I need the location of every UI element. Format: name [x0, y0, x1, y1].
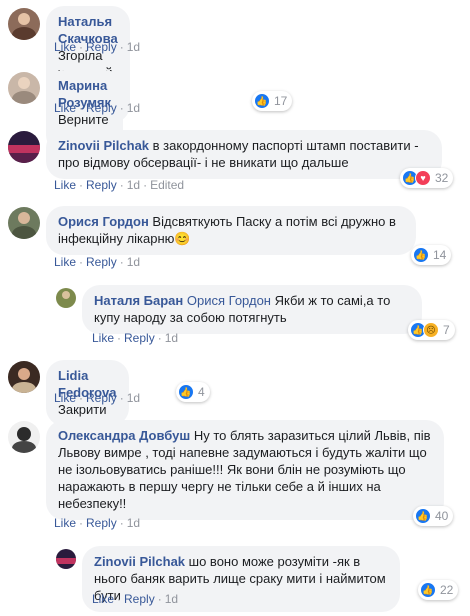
- like-link[interactable]: Like: [54, 178, 76, 192]
- mention-link[interactable]: Орися Гордон: [187, 293, 271, 308]
- comment-actions: Like · Reply · 1d · Edited: [54, 178, 185, 192]
- comment-bubble: Орися Гордон Відсвяткують Паску а потім …: [46, 206, 416, 255]
- reaction-count: 7: [443, 323, 450, 337]
- reactions-badge[interactable]: 👍 22: [418, 580, 459, 600]
- like-link[interactable]: Like: [54, 391, 76, 405]
- avatar[interactable]: [8, 207, 40, 239]
- avatar[interactable]: [8, 421, 40, 453]
- reply-link[interactable]: Reply: [124, 592, 155, 606]
- reply-link[interactable]: Reply: [86, 391, 117, 405]
- comment-actions: Like · Reply · 1d: [54, 40, 141, 54]
- comment-actions: Like · Reply · 1d: [54, 516, 141, 530]
- sad-icon: ☹: [423, 322, 439, 338]
- timestamp[interactable]: 1d: [127, 101, 140, 115]
- timestamp[interactable]: 1d: [165, 331, 178, 345]
- comment-author[interactable]: Олександра Довбуш: [58, 428, 190, 443]
- avatar[interactable]: [8, 361, 40, 393]
- reaction-count: 32: [435, 171, 449, 185]
- timestamp[interactable]: 1d: [127, 391, 140, 405]
- timestamp[interactable]: 1d: [127, 516, 140, 530]
- like-link[interactable]: Like: [92, 331, 114, 345]
- like-link[interactable]: Like: [54, 40, 76, 54]
- comment-bubble: Олександра Довбуш Ну то блять заразиться…: [46, 420, 444, 520]
- like-link[interactable]: Like: [54, 516, 76, 530]
- like-icon: 👍: [420, 582, 436, 598]
- like-icon: 👍: [178, 384, 194, 400]
- avatar[interactable]: [56, 288, 76, 308]
- avatar[interactable]: [8, 131, 40, 163]
- avatar[interactable]: [8, 8, 40, 40]
- reaction-count: 40: [435, 509, 449, 523]
- like-icon: 👍: [415, 508, 431, 524]
- reaction-count: 4: [198, 385, 205, 399]
- reaction-count: 22: [440, 583, 454, 597]
- comment-author[interactable]: Наталя Баран: [94, 293, 183, 308]
- like-link[interactable]: Like: [54, 255, 76, 269]
- comment-author[interactable]: Zinovii Pilchak: [94, 554, 185, 569]
- comment-actions: Like · Reply · 1d: [54, 101, 141, 115]
- reactions-badge[interactable]: 👍 14: [411, 245, 452, 265]
- reactions-badge[interactable]: 👍 ☹ 7: [408, 320, 455, 340]
- timestamp[interactable]: 1d: [165, 592, 178, 606]
- timestamp[interactable]: 1d: [127, 255, 140, 269]
- comment-author[interactable]: Орися Гордон: [58, 214, 149, 229]
- reactions-badge[interactable]: 👍 40: [413, 506, 454, 526]
- reaction-count: 14: [433, 248, 447, 262]
- like-link[interactable]: Like: [92, 592, 114, 606]
- avatar[interactable]: [8, 72, 40, 104]
- reactions-badge[interactable]: 👍 ♥ 32: [400, 168, 454, 188]
- comment-bubble: Наталя Баран Орися Гордон Якби ж то самі…: [82, 285, 422, 334]
- reactions-badge[interactable]: 👍 17: [252, 91, 293, 111]
- comment-author[interactable]: Zinovii Pilchak: [58, 138, 149, 153]
- comment-actions: Like · Reply · 1d: [92, 592, 179, 606]
- reaction-count: 17: [274, 94, 288, 108]
- reactions-badge[interactable]: 👍 4: [176, 382, 210, 402]
- reply-link[interactable]: Reply: [86, 178, 117, 192]
- reply-link[interactable]: Reply: [86, 40, 117, 54]
- comment-actions: Like · Reply · 1d: [54, 391, 141, 405]
- like-icon: 👍: [254, 93, 270, 109]
- reply-link[interactable]: Reply: [86, 255, 117, 269]
- comment-actions: Like · Reply · 1d: [54, 255, 141, 269]
- avatar[interactable]: [56, 549, 76, 569]
- timestamp[interactable]: 1d: [127, 40, 140, 54]
- like-link[interactable]: Like: [54, 101, 76, 115]
- love-icon: ♥: [415, 170, 431, 186]
- comment-actions: Like · Reply · 1d: [92, 331, 179, 345]
- edited-label: Edited: [150, 178, 185, 192]
- timestamp[interactable]: 1d: [127, 178, 140, 192]
- reply-link[interactable]: Reply: [124, 331, 155, 345]
- comment-bubble: Zinovii Pilchak в закордонному паспорті …: [46, 130, 442, 179]
- reply-link[interactable]: Reply: [86, 101, 117, 115]
- like-icon: 👍: [413, 247, 429, 263]
- reply-link[interactable]: Reply: [86, 516, 117, 530]
